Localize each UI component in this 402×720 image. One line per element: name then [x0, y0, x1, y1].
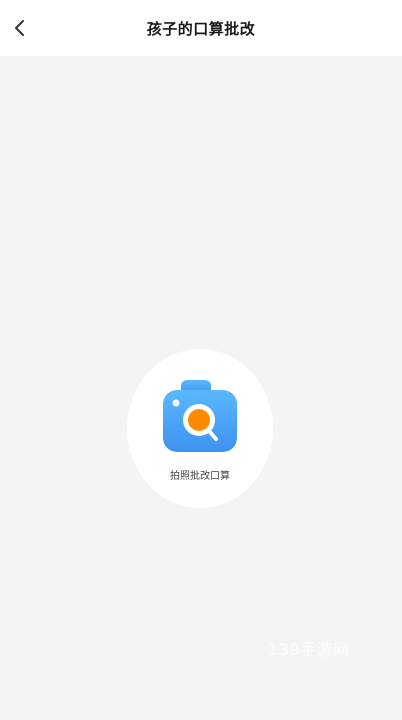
page-title: 孩子的口算批改 [146, 19, 256, 38]
camera-button-label: 拍照批改口算 [170, 471, 230, 482]
camera-search-icon [163, 380, 237, 452]
photo-grade-button[interactable]: 拍照批改口算 [127, 349, 273, 508]
chevron-left-icon [15, 20, 24, 36]
header: 孩子的口算批改 [0, 0, 402, 56]
back-button[interactable] [0, 0, 40, 56]
watermark: 139手游网 [268, 640, 350, 659]
screen: 孩子的口算批改 拍照批改口算 139手游网 [0, 0, 402, 720]
